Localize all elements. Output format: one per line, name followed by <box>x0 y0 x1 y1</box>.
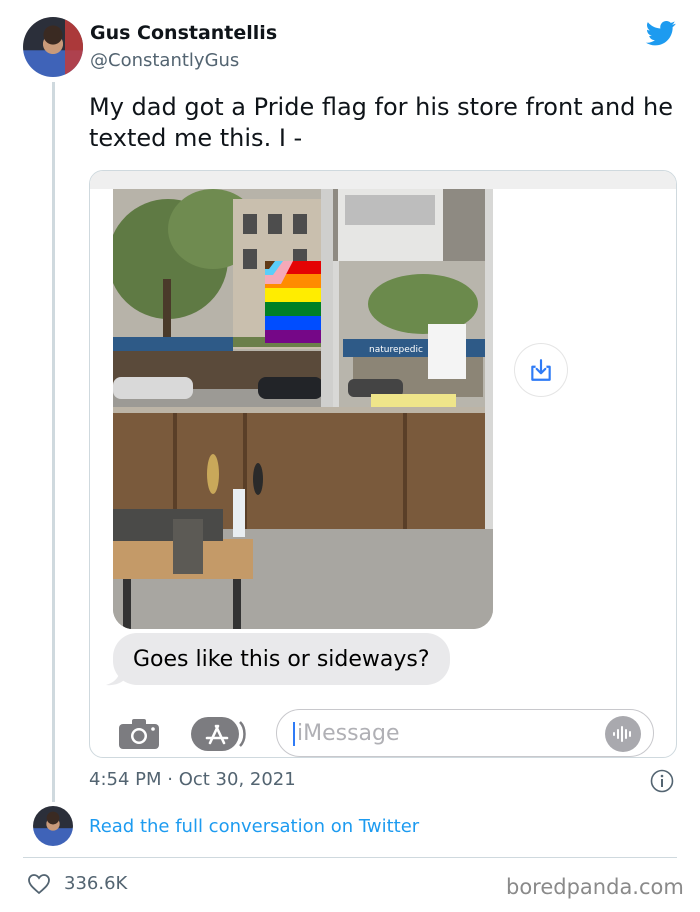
media-status-strip <box>90 171 676 189</box>
pride-flag <box>265 261 321 343</box>
tweet-media[interactable]: naturepedic Goes like this or sideways? <box>89 170 677 758</box>
author-handle[interactable]: @ConstantlyGus <box>90 50 239 71</box>
heart-icon[interactable] <box>27 873 51 895</box>
imessage-input[interactable]: iMessage <box>276 709 654 757</box>
tweet-card: Gus Constantellis @ConstantlyGus My dad … <box>0 0 700 912</box>
divider <box>23 857 677 858</box>
imessage-placeholder: iMessage <box>297 721 400 746</box>
read-conversation-link[interactable]: Read the full conversation on Twitter <box>89 816 419 837</box>
audio-waveform-icon[interactable] <box>605 716 641 752</box>
save-button[interactable] <box>515 344 567 396</box>
text-caret <box>293 722 295 746</box>
tweet-text: My dad got a Pride flag for his store fr… <box>89 93 673 152</box>
info-icon[interactable] <box>650 769 674 793</box>
like-count: 336.6K <box>64 873 128 894</box>
author-display-name[interactable]: Gus Constantellis <box>90 22 277 44</box>
message-bubble: Goes like this or sideways? <box>113 633 450 685</box>
storefront-sign: naturepedic <box>369 345 423 355</box>
boredpanda-watermark: boredpanda.com <box>506 875 684 899</box>
twitter-bird-icon[interactable] <box>644 18 678 48</box>
thread-line <box>52 82 55 802</box>
reply-avatar[interactable] <box>33 806 73 846</box>
author-avatar[interactable] <box>23 17 83 77</box>
tweet-timestamp[interactable]: 4:54 PM · Oct 30, 2021 <box>89 769 296 790</box>
camera-icon[interactable] <box>118 718 160 750</box>
app-store-icon[interactable] <box>190 716 248 752</box>
store-photo[interactable]: naturepedic <box>113 189 493 629</box>
download-icon <box>531 359 551 381</box>
